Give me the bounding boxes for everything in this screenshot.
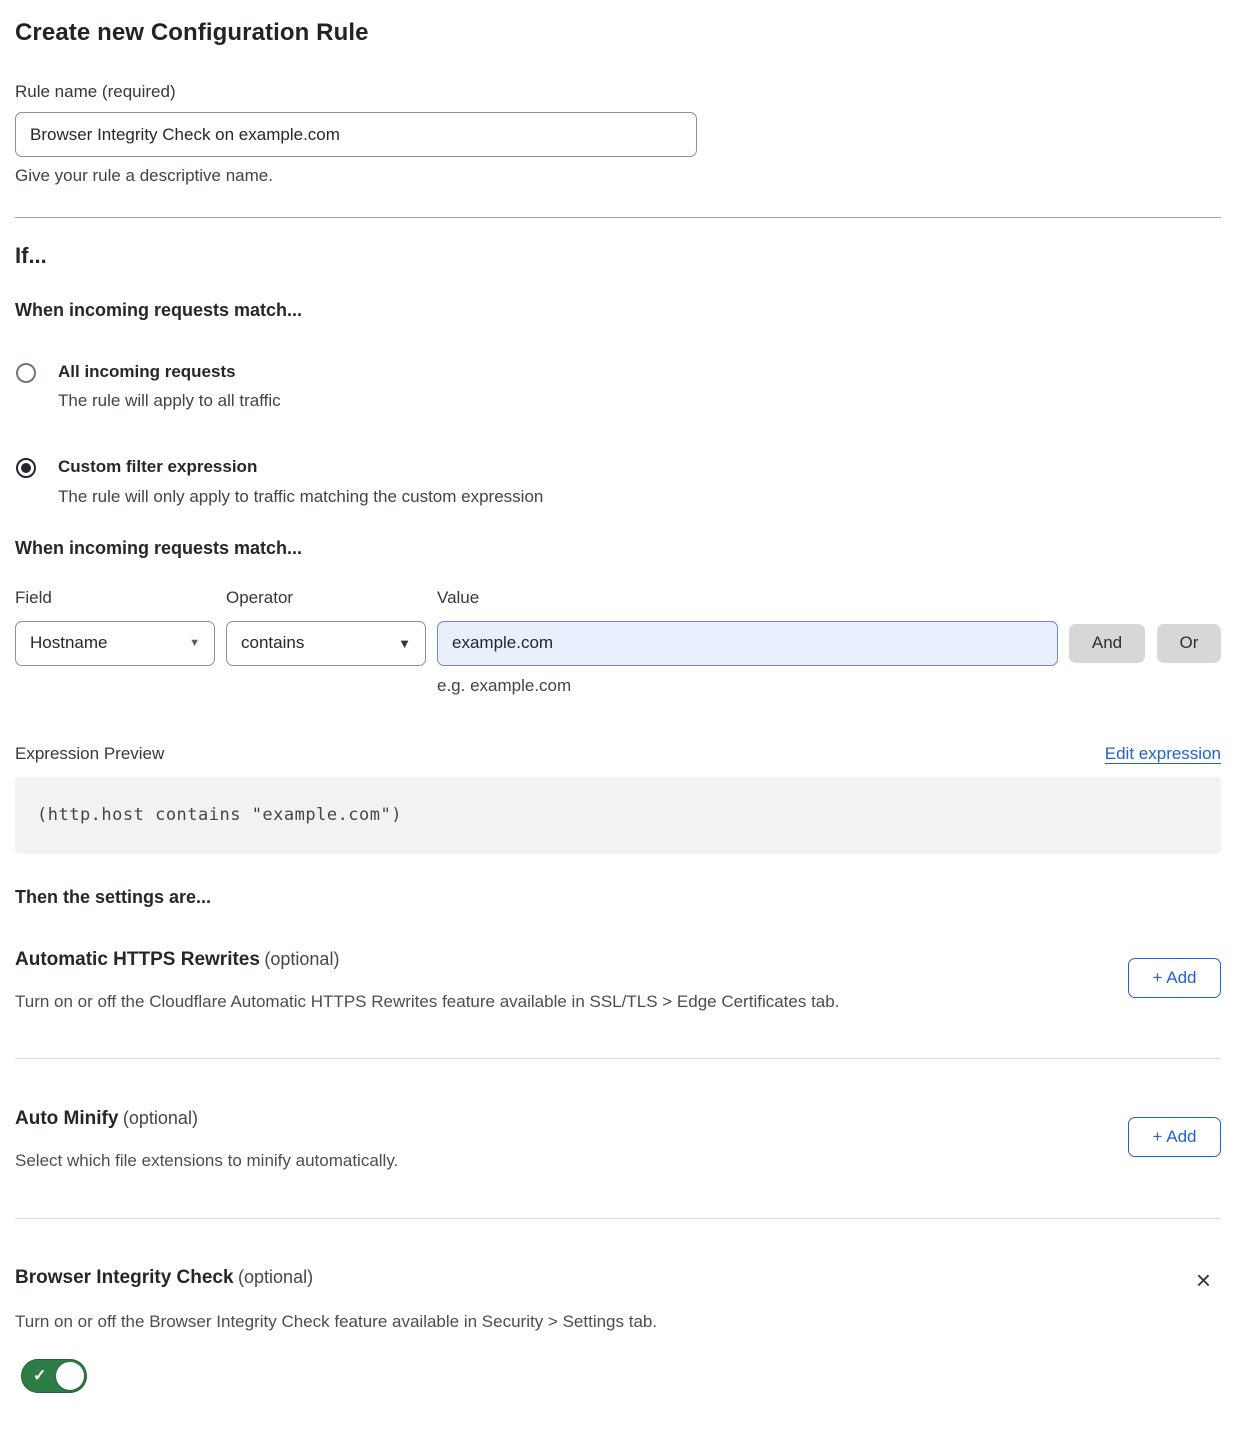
setting-title: Auto Minify xyxy=(15,1108,118,1129)
section-divider xyxy=(15,1058,1221,1059)
setting-browser-integrity-check: Browser Integrity Check (optional) × Tur… xyxy=(15,1267,1221,1398)
setting-optional-tag: (optional) xyxy=(264,949,339,969)
and-button[interactable]: And xyxy=(1069,624,1145,663)
edit-expression-link[interactable]: Edit expression xyxy=(1105,744,1221,764)
rule-name-helper: Give your rule a descriptive name. xyxy=(15,166,1221,186)
operator-label: Operator xyxy=(226,588,426,621)
section-divider xyxy=(15,1218,1221,1219)
operator-select[interactable]: contains ▼ xyxy=(226,621,426,666)
setting-description: Turn on or off the Browser Integrity Che… xyxy=(15,1312,1221,1332)
field-label: Field xyxy=(15,588,215,621)
check-icon: ✓ xyxy=(33,1365,46,1385)
if-heading: If... xyxy=(15,243,1221,269)
create-configuration-rule-page: Create new Configuration Rule Rule name … xyxy=(0,0,1237,1438)
radio-option-custom-filter[interactable]: Custom filter expression The rule will o… xyxy=(15,457,1221,506)
page-title: Create new Configuration Rule xyxy=(15,19,1221,47)
toggle-knob xyxy=(56,1362,84,1390)
section-divider xyxy=(15,217,1221,218)
value-input[interactable] xyxy=(437,621,1058,666)
browser-integrity-check-toggle[interactable]: ✓ xyxy=(21,1359,87,1393)
expression-preview-box: (http.host contains "example.com") xyxy=(15,777,1221,854)
value-label: Value xyxy=(437,588,1058,621)
radio-button-checked[interactable] xyxy=(16,458,36,478)
setting-title: Browser Integrity Check xyxy=(15,1267,234,1288)
close-icon[interactable]: × xyxy=(1196,1269,1211,1291)
setting-automatic-https-rewrites: Automatic HTTPS Rewrites (optional) Turn… xyxy=(15,949,1221,1058)
builder-heading: When incoming requests match... xyxy=(15,538,1221,559)
or-button[interactable]: Or xyxy=(1157,624,1221,663)
field-select-value: Hostname xyxy=(30,633,107,653)
setting-description: Turn on or off the Cloudflare Automatic … xyxy=(15,992,839,1012)
field-select[interactable]: Hostname ▼ xyxy=(15,621,215,666)
radio-description: The rule will only apply to traffic matc… xyxy=(58,487,543,507)
add-button[interactable]: + Add xyxy=(1128,958,1221,998)
expression-builder-row: Field Hostname ▼ Operator contains ▼ Val… xyxy=(15,588,1221,696)
expression-preview-label: Expression Preview xyxy=(15,744,164,764)
radio-description: The rule will apply to all traffic xyxy=(58,391,281,411)
rule-name-label: Rule name (required) xyxy=(15,82,1221,102)
rule-name-input[interactable] xyxy=(15,112,697,157)
expression-code: (http.host contains "example.com") xyxy=(37,805,402,825)
radio-option-all-incoming[interactable]: All incoming requests The rule will appl… xyxy=(15,362,1221,411)
chevron-down-icon: ▼ xyxy=(398,636,411,651)
radio-button-unchecked[interactable] xyxy=(16,363,36,383)
setting-auto-minify: Auto Minify (optional) Select which file… xyxy=(15,1108,1221,1218)
setting-title: Automatic HTTPS Rewrites xyxy=(15,949,260,970)
setting-optional-tag: (optional) xyxy=(123,1108,198,1128)
expression-preview-header: Expression Preview Edit expression xyxy=(15,744,1221,764)
value-helper: e.g. example.com xyxy=(437,676,1058,696)
chevron-down-icon: ▼ xyxy=(189,637,200,649)
radio-label: All incoming requests xyxy=(58,362,281,382)
then-settings-heading: Then the settings are... xyxy=(15,887,1221,908)
radio-label: Custom filter expression xyxy=(58,457,543,477)
setting-optional-tag: (optional) xyxy=(238,1267,313,1287)
setting-description: Select which file extensions to minify a… xyxy=(15,1151,398,1171)
add-button[interactable]: + Add xyxy=(1128,1117,1221,1157)
operator-select-value: contains xyxy=(241,633,304,653)
match-heading: When incoming requests match... xyxy=(15,300,1221,321)
